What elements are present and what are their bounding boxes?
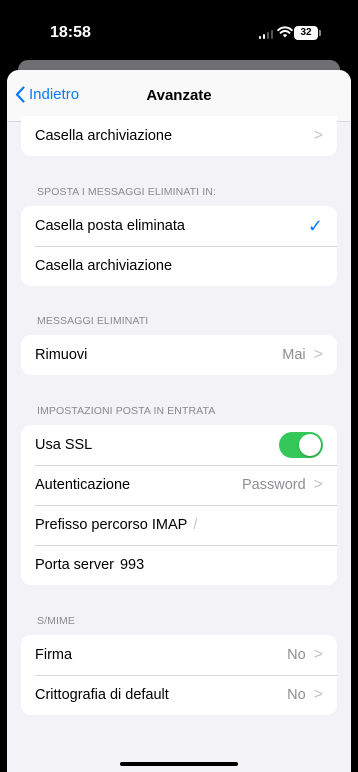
status-time: 18:58 [50,24,91,41]
default-encryption-value: No [287,687,306,703]
authentication-label: Autenticazione [35,477,131,493]
server-port-row[interactable]: Porta server 993 [21,545,337,585]
cellular-signal-icon [259,30,273,39]
archive-mailbox-option-label: Casella archiviazione [35,258,173,274]
chevron-right-icon: > [313,346,323,363]
archive-mailbox-option[interactable]: Casella archiviazione [21,246,337,286]
server-port-label: Porta server [35,557,114,573]
sign-value: No [287,647,306,663]
advanced-settings-sheet: Indietro Avanzate Casella archiviazione … [7,70,351,772]
archive-mailbox-label: Casella archiviazione [35,128,173,144]
smime-group: Firma No > Crittografia di default No > [21,635,337,715]
default-encryption-row[interactable]: Crittografia di default No > [21,675,337,715]
sign-label: Firma [35,647,73,663]
chevron-right-icon: > [313,476,323,493]
server-port-field[interactable]: 993 [120,557,144,573]
use-ssl-label: Usa SSL [35,437,93,453]
use-ssl-toggle[interactable] [279,432,323,458]
toggle-knob [299,434,321,456]
imap-prefix-row[interactable]: Prefisso percorso IMAP / [21,505,337,545]
archive-mailbox-row[interactable]: Casella archiviazione > [21,116,337,156]
deleted-messages-group: Rimuovi Mai > [21,335,337,375]
deleted-messages-header: MESSAGGI ELIMINATI [37,315,149,327]
home-indicator[interactable] [120,762,238,766]
sign-row[interactable]: Firma No > [21,635,337,675]
incoming-settings-group: Usa SSL Autenticazione Password > Prefis… [21,425,337,585]
remove-value: Mai [282,347,306,363]
use-ssl-row: Usa SSL [21,425,337,465]
chevron-right-icon: > [313,686,323,703]
checkmark-icon: ✓ [307,215,323,236]
move-deleted-group: Casella posta eliminata ✓ Casella archiv… [21,206,337,286]
authentication-row[interactable]: Autenticazione Password > [21,465,337,505]
battery-icon: 32 [294,26,321,40]
remove-label: Rimuovi [35,347,88,363]
status-bar: 18:58 32 [0,0,358,60]
wifi-icon [277,26,293,38]
default-encryption-label: Crittografia di default [35,687,169,703]
imap-prefix-label: Prefisso percorso IMAP [35,517,188,533]
smime-header: S/MIME [37,615,75,627]
remove-row[interactable]: Rimuovi Mai > [21,335,337,375]
navigation-bar: Indietro Avanzate [7,70,351,122]
archive-mailbox-group: Casella archiviazione > [21,116,337,156]
incoming-settings-header: IMPOSTAZIONI POSTA IN ENTRATA [37,405,216,417]
imap-prefix-field[interactable]: / [193,517,197,533]
deleted-mailbox-option[interactable]: Casella posta eliminata ✓ [21,206,337,246]
move-deleted-header: SPOSTA I MESSAGGI ELIMINATI IN: [37,186,216,198]
chevron-right-icon: > [313,646,323,663]
deleted-mailbox-label: Casella posta eliminata [35,218,185,234]
page-title: Avanzate [146,87,212,104]
authentication-value: Password [241,477,306,493]
chevron-right-icon: > [313,127,323,144]
